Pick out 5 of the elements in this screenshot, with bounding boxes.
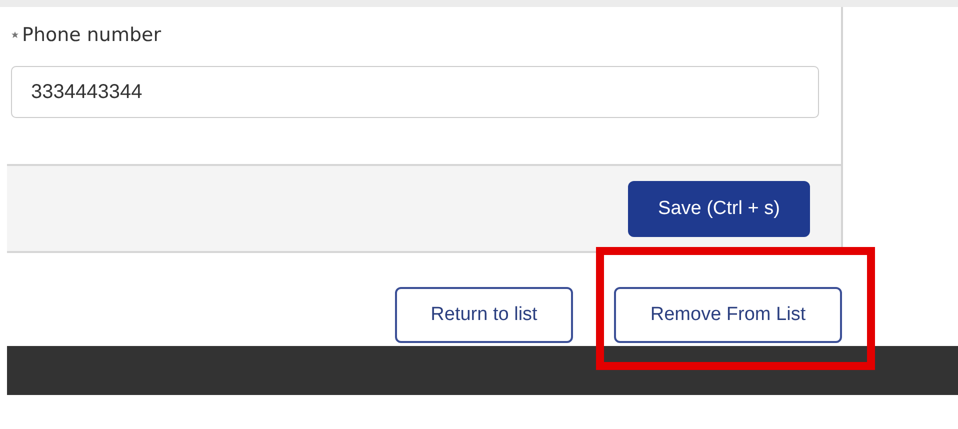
save-button[interactable]: Save (Ctrl + s): [628, 180, 810, 236]
return-button[interactable]: Return to list: [395, 287, 573, 343]
remove-button[interactable]: Remove From List: [614, 287, 842, 343]
field-label: Phone number: [22, 24, 162, 46]
phone-field[interactable]: 3334443344: [11, 66, 819, 118]
